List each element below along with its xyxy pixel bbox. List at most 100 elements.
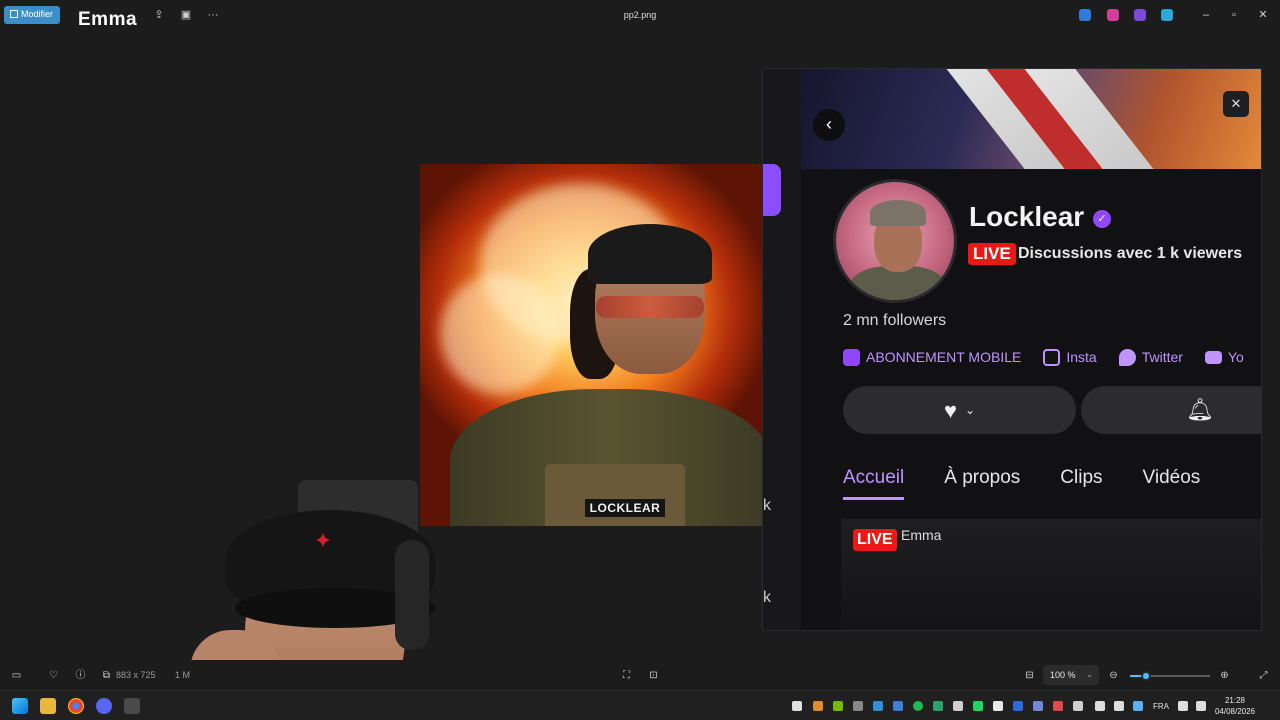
tray-icon[interactable] bbox=[933, 701, 943, 711]
system-clock[interactable]: 21:28 04/08/2026 bbox=[1211, 695, 1259, 717]
link-mobile-subscription[interactable]: ABONNEMENT MOBILE bbox=[843, 347, 1021, 367]
expand-icon[interactable]: ⤢ bbox=[1257, 669, 1270, 682]
close-icon: ✕ bbox=[1230, 96, 1242, 111]
more-icon[interactable]: ··· bbox=[206, 8, 220, 22]
webcam-headset bbox=[395, 540, 429, 650]
pencil-icon bbox=[10, 10, 18, 18]
tray-icon[interactable] bbox=[1073, 701, 1083, 711]
tab-a-propos[interactable]: À propos bbox=[944, 467, 1020, 500]
channel-tabs: Accueil À propos Clips Vidéos bbox=[843, 467, 1240, 500]
file-explorer-icon[interactable] bbox=[40, 698, 56, 714]
tray-icon[interactable] bbox=[973, 701, 983, 711]
start-icon[interactable] bbox=[12, 698, 28, 714]
actual-size-icon[interactable]: ⊟ bbox=[1023, 669, 1036, 682]
language-indicator[interactable]: FRA bbox=[1153, 702, 1169, 711]
link-youtube[interactable]: Yo bbox=[1204, 347, 1244, 367]
heart-icon: ♥ bbox=[943, 398, 957, 423]
tab-clips[interactable]: Clips bbox=[1060, 467, 1102, 500]
tray-icon[interactable] bbox=[953, 701, 963, 711]
tab-accueil[interactable]: Accueil bbox=[843, 467, 905, 500]
rabbit-logo-icon: ✦ bbox=[313, 528, 333, 553]
title-bar: Modifier Emma ⇪ ▣ ··· pp2.png – ▫ ✕ bbox=[0, 0, 1280, 30]
tab-videos[interactable]: Vidéos bbox=[1143, 467, 1201, 500]
photo-viewer-image: LOCKLEAR bbox=[420, 164, 762, 526]
tray-icon[interactable] bbox=[853, 701, 863, 711]
stream-preview[interactable]: LIVE Emma bbox=[841, 519, 1261, 630]
battery-icon[interactable] bbox=[1095, 701, 1105, 711]
microphone-icon[interactable] bbox=[1133, 701, 1143, 711]
link-label: Yo bbox=[1227, 349, 1244, 365]
fit-icon[interactable]: ⊡ bbox=[647, 669, 660, 682]
stream-title: Emma bbox=[901, 527, 942, 543]
clock-date: 04/08/2026 bbox=[1214, 707, 1256, 716]
tray-icon[interactable] bbox=[893, 701, 903, 711]
clock-time: 21:28 bbox=[1224, 696, 1246, 705]
app-icon-2[interactable] bbox=[1107, 9, 1119, 21]
tray-icon[interactable] bbox=[1013, 701, 1023, 711]
discord-icon[interactable] bbox=[96, 698, 112, 714]
speaker-icon[interactable] bbox=[1196, 701, 1206, 711]
slideshow-icon[interactable]: ▣ bbox=[179, 8, 193, 22]
minimize-icon[interactable]: – bbox=[1193, 6, 1219, 24]
zoom-slider-thumb[interactable] bbox=[1141, 671, 1151, 681]
link-instagram[interactable]: Insta bbox=[1043, 347, 1097, 367]
maximize-icon[interactable]: ▫ bbox=[1221, 6, 1247, 24]
follow-button[interactable]: ♥ ⌄ bbox=[843, 386, 1076, 434]
app-icon-3[interactable] bbox=[1134, 9, 1146, 21]
link-twitter[interactable]: Twitter bbox=[1118, 347, 1183, 367]
filmstrip-icon[interactable]: ▭ bbox=[10, 669, 23, 682]
favorite-heart-icon[interactable]: ♡ bbox=[47, 669, 60, 682]
tray-icon[interactable] bbox=[1053, 701, 1063, 711]
notification-button[interactable]: 🔔︎ bbox=[1081, 386, 1261, 434]
chevron-left-icon: ‹ bbox=[826, 114, 832, 134]
brand-logo: Emma bbox=[78, 9, 138, 30]
soldier-glasses bbox=[596, 296, 704, 318]
tray-icon[interactable] bbox=[913, 701, 923, 711]
calculator-icon[interactable] bbox=[124, 698, 140, 714]
network-icon[interactable] bbox=[1178, 701, 1188, 711]
twitter-icon bbox=[1118, 348, 1136, 366]
tray-icon[interactable] bbox=[993, 701, 1003, 711]
zoom-out-icon[interactable]: ⊖ bbox=[1107, 669, 1120, 682]
social-links: ABONNEMENT MOBILE Insta Twitter Yo bbox=[843, 347, 1261, 367]
tray-icon[interactable] bbox=[792, 701, 802, 711]
close-window-icon[interactable]: ✕ bbox=[1250, 6, 1276, 24]
twitch-icon bbox=[843, 348, 860, 366]
tray-icon[interactable] bbox=[813, 701, 823, 711]
close-button[interactable]: ✕ bbox=[1223, 91, 1249, 117]
back-button[interactable]: ‹ bbox=[813, 109, 845, 141]
fullscreen-icon[interactable]: ⛶ bbox=[620, 669, 633, 682]
share-icon[interactable]: ⇪ bbox=[152, 8, 166, 22]
link-label: Twitter bbox=[1141, 349, 1183, 365]
followers-count: 2 mn followers bbox=[843, 312, 947, 329]
nvidia-icon[interactable] bbox=[833, 701, 843, 711]
verified-icon: ✓ bbox=[1093, 210, 1111, 228]
image-dimensions: 883 x 725 bbox=[116, 670, 156, 680]
instagram-icon bbox=[1043, 348, 1061, 366]
side-letter: k bbox=[763, 589, 771, 606]
live-status-text: Discussions avec 1 k viewers bbox=[1018, 245, 1243, 262]
streamer-avatar[interactable] bbox=[833, 179, 957, 303]
bell-icon: 🔔︎ bbox=[1186, 397, 1214, 422]
cloud-icon[interactable] bbox=[1161, 9, 1173, 21]
file-size: 1 M bbox=[175, 670, 191, 680]
zoom-in-icon[interactable]: ⊕ bbox=[1218, 669, 1231, 682]
app-icon-1[interactable] bbox=[1079, 9, 1091, 21]
link-label: ABONNEMENT MOBILE bbox=[866, 349, 1022, 365]
tray-icon[interactable] bbox=[873, 701, 883, 711]
tray-icon[interactable] bbox=[1033, 701, 1043, 711]
zoom-select[interactable]: 100 % ⌄ bbox=[1043, 665, 1099, 685]
explosion-cloud bbox=[440, 274, 560, 394]
chrome-icon[interactable] bbox=[68, 698, 84, 714]
info-icon[interactable]: ⓘ bbox=[74, 669, 87, 682]
volume-icon[interactable] bbox=[1114, 701, 1124, 711]
viewer-toolbar: ▭ ♡ ⓘ ⧉ 883 x 725 1 M ⛶ ⊡ ⊟ 100 % ⌄ ⊖ ⊕ … bbox=[0, 660, 1280, 690]
twitch-channel-panel: k k ‹ ✕ Locklear ✓ LIVE Discussions avec… bbox=[762, 68, 1262, 631]
edit-button[interactable]: Modifier bbox=[4, 6, 60, 24]
chevron-down-icon: ⌄ bbox=[1086, 670, 1093, 679]
dimensions-icon: ⧉ bbox=[102, 670, 111, 681]
chevron-down-icon: ⌄ bbox=[965, 403, 976, 417]
streamer-name[interactable]: Locklear bbox=[969, 201, 1084, 233]
live-badge: LIVE bbox=[968, 243, 1016, 265]
zoom-slider[interactable] bbox=[1130, 671, 1210, 681]
